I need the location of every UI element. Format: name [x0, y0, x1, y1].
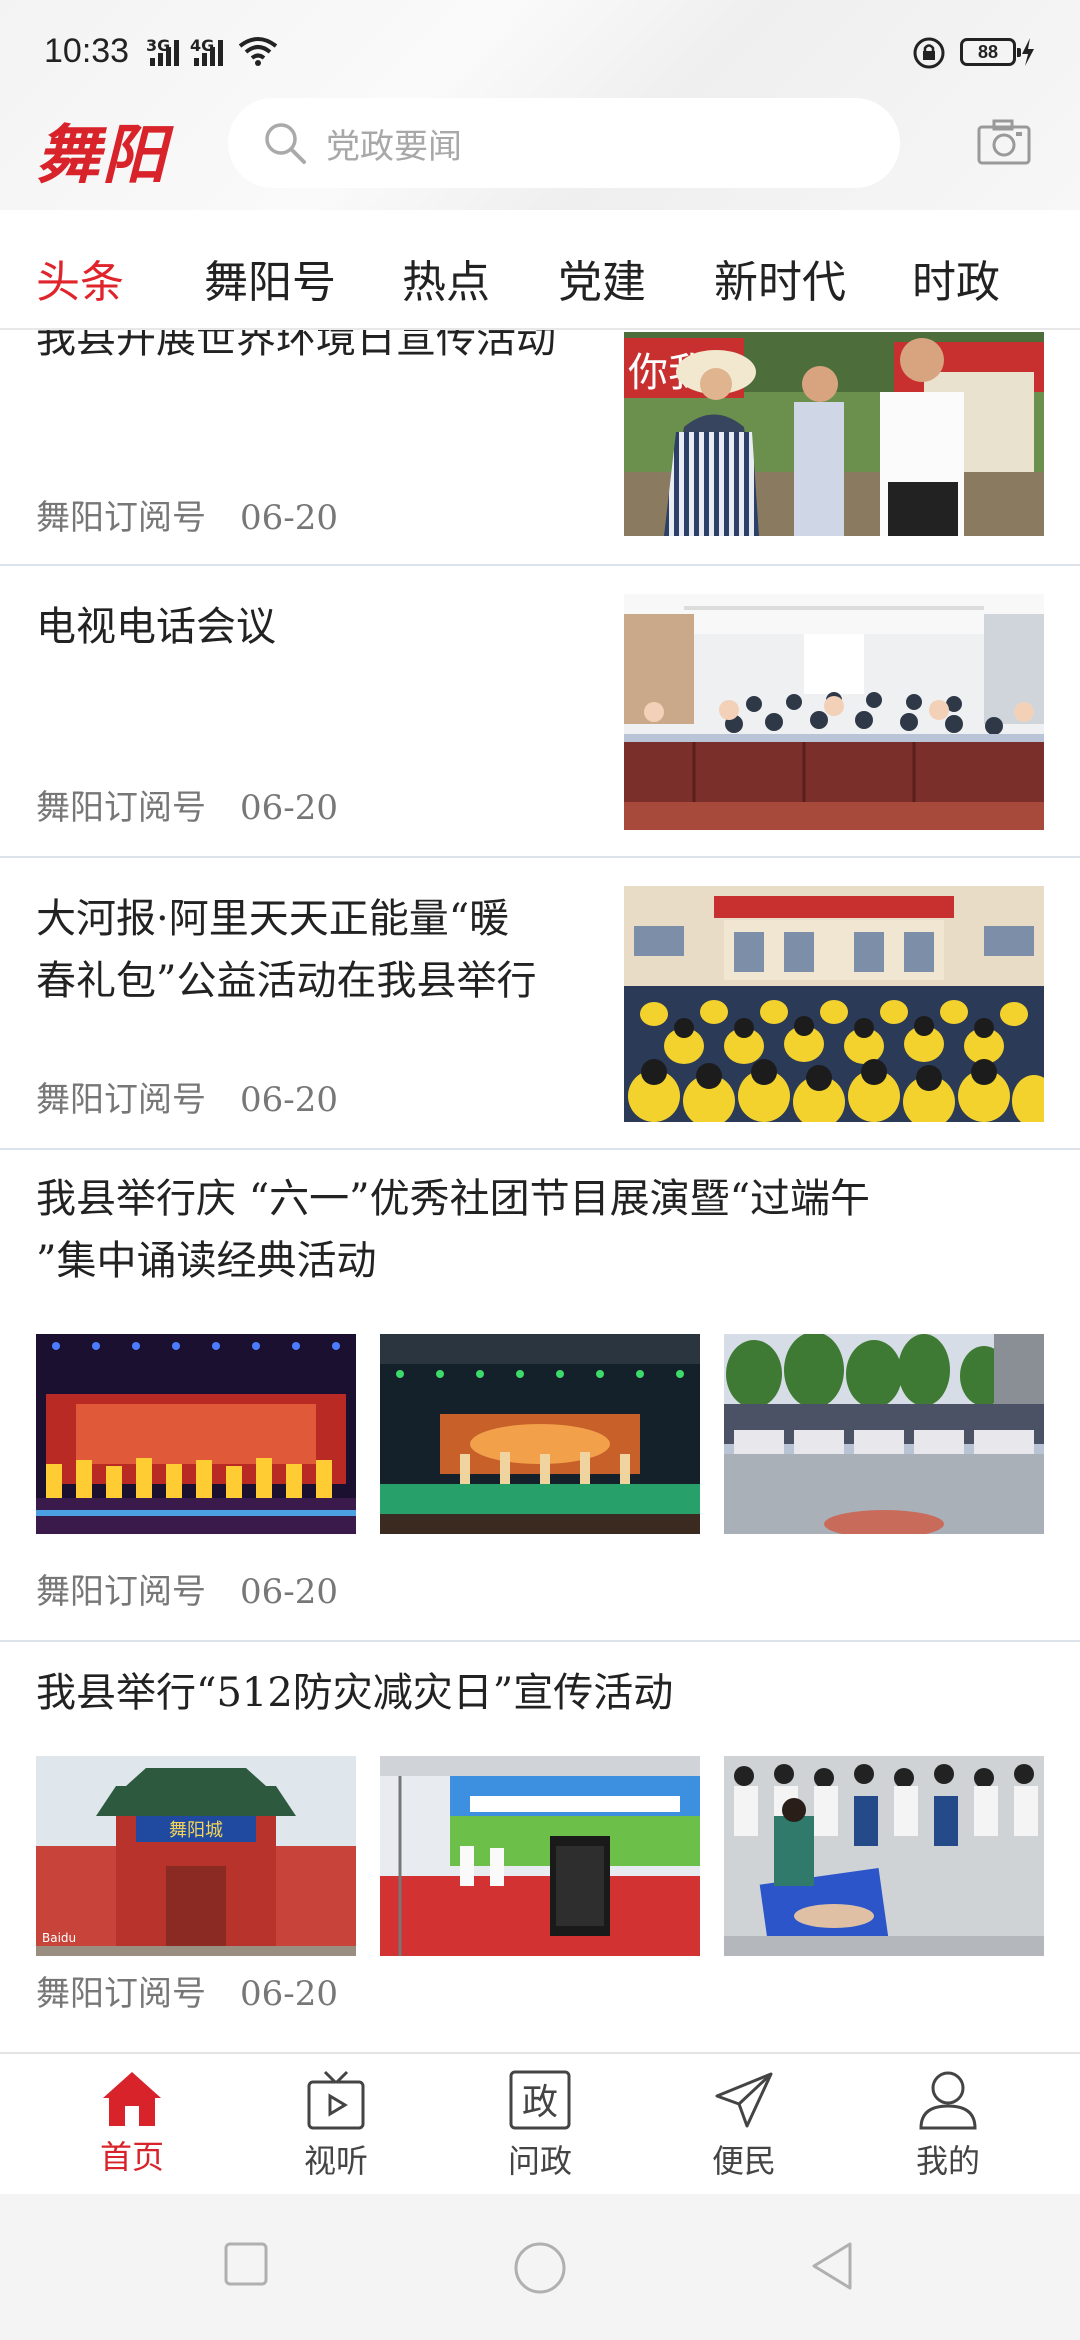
nav-label: 我的	[915, 2142, 980, 2180]
system-navigation-bar	[0, 2194, 1080, 2340]
article-thumbnail-3	[724, 1334, 1044, 1534]
article-thumbnail: 你我	[624, 332, 1044, 536]
search-placeholder: 党政要闻	[326, 126, 462, 167]
signal-icon-2	[194, 40, 223, 66]
list-item[interactable]: 我县举行庆 “六一”优秀社团节目展演暨“过端午 ”集中诵读经典活动 舞阳订阅号 …	[0, 1150, 1080, 1642]
article-thumbnail-1: 舞阳城 Baidu	[36, 1756, 356, 1956]
article-title: 电视电话会议	[36, 604, 276, 650]
article-title: 我县举行庆 “六一”优秀社团节目展演暨“过端午 ”集中诵读经典活动	[36, 1176, 871, 1284]
nav-convenience[interactable]: 便民	[684, 2068, 804, 2182]
article-date: 06-20	[240, 1080, 339, 1120]
article-thumbnail-3	[724, 1756, 1044, 1956]
article-date: 06-20	[240, 498, 339, 538]
back-button[interactable]	[808, 2240, 856, 2292]
signal-icon	[150, 40, 179, 66]
article-source: 舞阳订阅号	[36, 788, 206, 828]
nav-label: 首页	[99, 2138, 164, 2176]
rotation-lock-icon	[913, 37, 945, 69]
article-date: 06-20	[240, 1974, 339, 2014]
article-thumbnail	[624, 594, 1044, 830]
list-item[interactable]: 电视电话会议 舞阳订阅号 06-20	[0, 566, 1080, 858]
list-item[interactable]: 我县开展世界环境日宣传活动 舞阳订阅号 06-20 你我	[0, 330, 1080, 566]
gate-sign-text: 舞阳城	[169, 1820, 223, 1841]
status-time: 10:33	[44, 32, 130, 70]
send-icon	[715, 2072, 773, 2128]
tab-hot[interactable]: 热点	[402, 246, 490, 310]
article-source: 舞阳订阅号	[36, 498, 206, 538]
bottom-nav: 首页 视听 政 问政 便民 我的	[0, 2052, 1080, 2194]
watermark-text: Baidu	[42, 1931, 76, 1945]
article-date: 06-20	[240, 1572, 339, 1612]
nav-label: 视听	[303, 2142, 368, 2180]
article-source: 舞阳订阅号	[36, 1974, 206, 2014]
article-source: 舞阳订阅号	[36, 1572, 206, 1612]
tab-wuyang-hao[interactable]: 舞阳号	[204, 246, 336, 310]
tab-headlines[interactable]: 头条	[36, 246, 124, 310]
home-button[interactable]	[512, 2240, 568, 2296]
article-title: 我县开展世界环境日宣传活动	[36, 330, 556, 362]
search-icon	[265, 123, 306, 164]
nav-profile[interactable]: 我的	[888, 2068, 1008, 2182]
home-icon	[103, 2072, 161, 2126]
nav-audio-video[interactable]: 视听	[276, 2068, 396, 2182]
nav-label: 问政	[507, 2142, 572, 2180]
news-feed: 我县开展世界环境日宣传活动 舞阳订阅号 06-20 你我 电视电话会议 舞阳订阅…	[0, 330, 1080, 2052]
battery-indicator: 88	[960, 38, 1021, 66]
category-tabs: 头条 舞阳号 热点 党建 新时代 时政	[0, 210, 1080, 330]
list-item[interactable]: 我县举行“512防灾减灾日”宣传活动 舞阳城 Baidu 舞阳订阅号 06-20	[0, 1642, 1080, 2052]
article-meta: 舞阳订阅号 06-20	[36, 490, 338, 539]
zheng-icon: 政	[509, 2070, 571, 2130]
article-meta: 舞阳订阅号 06-20	[36, 1564, 338, 1613]
article-thumbnail-1	[36, 1334, 356, 1534]
nav-label: 便民	[711, 2142, 776, 2180]
charging-icon	[1022, 38, 1034, 66]
svg-text:政: 政	[522, 2082, 558, 2123]
top-area: 10:33 3G 4G 88 舞阳 党政要闻	[0, 0, 1080, 210]
tab-party-building[interactable]: 党建	[558, 246, 646, 310]
tab-new-era[interactable]: 新时代	[714, 246, 846, 310]
article-source: 舞阳订阅号	[36, 1080, 206, 1120]
article-meta: 舞阳订阅号 06-20	[36, 1072, 338, 1121]
nav-inquiry[interactable]: 政 问政	[480, 2068, 600, 2182]
search-bar[interactable]: 党政要闻	[228, 98, 900, 188]
article-title: 我县举行“512防灾减灾日”宣传活动	[36, 1670, 674, 1716]
recent-apps-button[interactable]	[222, 2240, 270, 2288]
camera-icon[interactable]	[976, 118, 1032, 166]
person-icon	[919, 2071, 977, 2130]
article-thumbnail-2	[380, 1334, 700, 1534]
wifi-icon	[238, 37, 278, 66]
article-thumbnail	[624, 886, 1044, 1122]
tab-politics[interactable]: 时政	[912, 246, 1000, 310]
list-item[interactable]: 大河报·阿里天天正能量“暖 春礼包”公益活动在我县举行 舞阳订阅号 06-20	[0, 858, 1080, 1150]
article-meta: 舞阳订阅号 06-20	[36, 780, 338, 829]
tv-icon	[307, 2070, 365, 2130]
article-date: 06-20	[240, 788, 339, 828]
article-title: 大河报·阿里天天正能量“暖 春礼包”公益活动在我县举行	[36, 896, 537, 1004]
article-meta: 舞阳订阅号 06-20	[36, 1966, 338, 2015]
app-logo[interactable]: 舞阳	[36, 104, 168, 196]
article-thumbnail-2	[380, 1756, 700, 1956]
nav-home[interactable]: 首页	[72, 2068, 192, 2178]
status-bar: 10:33 3G 4G 88	[0, 0, 1080, 100]
